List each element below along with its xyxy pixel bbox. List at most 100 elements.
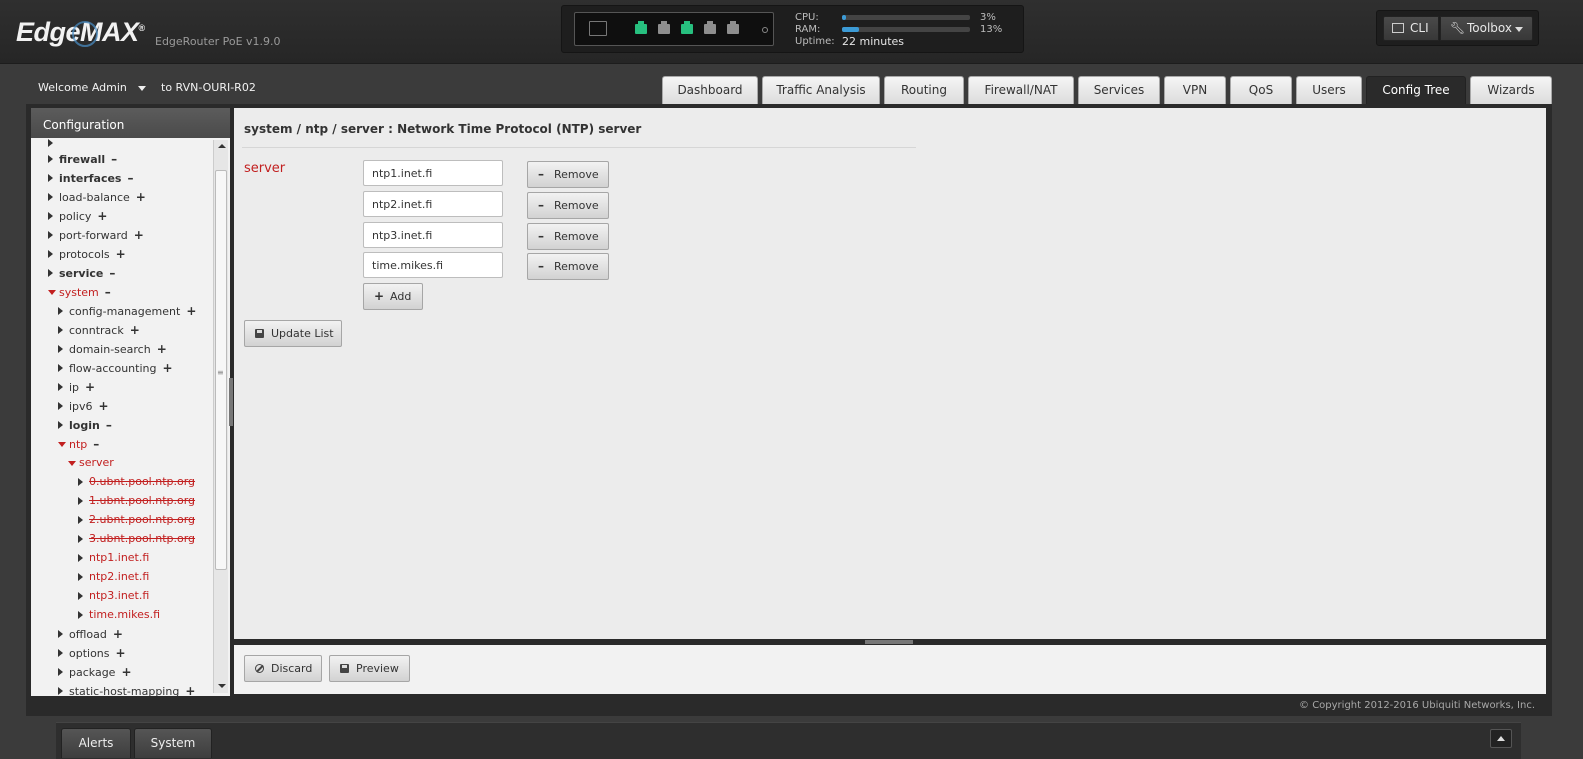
plus-icon[interactable]: + xyxy=(162,361,172,375)
toolbox-label: Toolbox xyxy=(1467,21,1512,35)
plus-icon[interactable]: + xyxy=(85,380,95,394)
server-input[interactable] xyxy=(363,252,503,278)
tab-services[interactable]: Services xyxy=(1078,76,1160,104)
remove-button[interactable]: – Remove xyxy=(527,253,609,280)
update-list-label: Update List xyxy=(271,327,334,340)
vertical-splitter-handle[interactable] xyxy=(229,378,233,426)
chevron-up-icon[interactable] xyxy=(1490,729,1512,748)
tab-dashboard[interactable]: Dashboard xyxy=(662,76,758,104)
plus-icon[interactable]: + xyxy=(97,209,107,223)
plus-icon[interactable]: + xyxy=(136,190,146,204)
registered-mark: ® xyxy=(138,23,146,33)
preview-button[interactable]: Preview xyxy=(329,655,410,682)
toolbox-button[interactable]: 🔧︎ Toolbox xyxy=(1440,16,1533,41)
tab-label: Users xyxy=(1312,83,1346,97)
plus-icon[interactable]: + xyxy=(186,304,196,318)
edgemax-logo: EdgeMAX® xyxy=(16,17,145,48)
tab-label: Firewall/NAT xyxy=(984,83,1058,97)
device-model: EdgeRouter PoE v1.9.0 xyxy=(155,35,281,48)
chevron-down-icon xyxy=(1515,27,1523,32)
tree-item-label: protocols xyxy=(59,248,110,261)
expand-arrow-icon xyxy=(58,383,63,391)
user-menu[interactable]: Welcome Admin xyxy=(38,81,147,94)
tab-label: VPN xyxy=(1182,83,1208,97)
tab-qos[interactable]: QoS xyxy=(1230,76,1292,104)
expand-arrow-icon xyxy=(58,345,63,353)
remove-label: Remove xyxy=(554,199,599,212)
add-button[interactable]: + Add xyxy=(363,283,423,310)
remove-label: Remove xyxy=(554,168,599,181)
divider xyxy=(242,147,916,148)
collapse-arrow-icon xyxy=(48,290,56,295)
expand-arrow-icon xyxy=(48,139,53,147)
sidebar-scrollbar[interactable]: ≡ xyxy=(213,140,228,693)
tree-item-label: config-management xyxy=(69,305,181,318)
expand-arrow-icon xyxy=(58,630,63,638)
minus-icon[interactable]: – xyxy=(106,418,112,432)
port-status-panel xyxy=(574,12,774,46)
tab-config-tree[interactable]: Config Tree xyxy=(1366,76,1466,104)
tree-item-label: 0.ubnt.pool.ntp.org xyxy=(89,475,196,488)
tree-item-label: login xyxy=(69,419,100,432)
terminal-icon xyxy=(1392,23,1404,33)
tree-item-label: ipv6 xyxy=(69,400,93,413)
plus-icon[interactable]: + xyxy=(157,342,167,356)
update-list-button[interactable]: Update List xyxy=(244,320,342,347)
console-port-icon xyxy=(589,21,607,36)
minus-icon[interactable]: – xyxy=(93,437,99,451)
plus-icon[interactable]: + xyxy=(116,646,126,660)
tree-item-label: 3.ubnt.pool.ntp.org xyxy=(89,532,196,545)
save-icon xyxy=(255,329,264,338)
server-field-label: server xyxy=(244,161,286,176)
remove-button[interactable]: – Remove xyxy=(527,223,609,250)
minus-icon[interactable]: – xyxy=(127,171,133,185)
main-nav: Welcome Admin to RVN-OURI-R02 Dashboard … xyxy=(0,64,1583,104)
tab-label: System xyxy=(150,736,196,750)
port-icon xyxy=(658,21,670,34)
tab-firewall-nat[interactable]: Firewall/NAT xyxy=(968,76,1074,104)
expand-arrow-icon xyxy=(48,174,53,182)
scroll-down-icon[interactable] xyxy=(218,684,226,688)
expand-arrow-icon xyxy=(58,687,63,695)
plus-icon[interactable]: + xyxy=(99,399,109,413)
plus-icon[interactable]: + xyxy=(130,323,140,337)
minus-icon: – xyxy=(538,229,544,243)
plus-icon[interactable]: + xyxy=(113,627,123,641)
tab-label: QoS xyxy=(1248,83,1274,97)
status-panel: CPU: 3% RAM: 13% Uptime: 22 minutes xyxy=(561,5,1024,53)
tab-routing[interactable]: Routing xyxy=(884,76,964,104)
expand-arrow-icon xyxy=(58,326,63,334)
server-input[interactable] xyxy=(363,160,503,186)
server-input[interactable] xyxy=(363,191,503,217)
cli-button[interactable]: CLI xyxy=(1383,16,1439,41)
server-input[interactable] xyxy=(363,222,503,248)
plus-icon[interactable]: + xyxy=(116,247,126,261)
tree-item-label: conntrack xyxy=(69,324,124,337)
tab-wizards[interactable]: Wizards xyxy=(1470,76,1552,104)
discard-button[interactable]: Discard xyxy=(244,655,322,682)
horizontal-splitter-handle[interactable] xyxy=(865,640,913,644)
expand-arrow-icon xyxy=(58,649,63,657)
minus-icon[interactable]: – xyxy=(109,266,115,280)
tab-label: Wizards xyxy=(1487,83,1535,97)
tab-alerts[interactable]: Alerts xyxy=(61,728,131,758)
add-label: Add xyxy=(390,290,412,303)
minus-icon: – xyxy=(538,259,544,273)
tab-vpn[interactable]: VPN xyxy=(1164,76,1226,104)
plus-icon[interactable]: + xyxy=(185,684,195,696)
minus-icon[interactable]: – xyxy=(105,285,111,299)
tab-system[interactable]: System xyxy=(134,728,212,758)
expand-arrow-icon xyxy=(48,250,53,258)
plus-icon[interactable]: + xyxy=(121,665,131,679)
tab-users[interactable]: Users xyxy=(1296,76,1362,104)
welcome-text: Welcome Admin xyxy=(38,81,127,94)
minus-icon: – xyxy=(538,167,544,181)
uptime-stat: Uptime: 22 minutes xyxy=(795,36,1015,48)
tab-traffic-analysis[interactable]: Traffic Analysis xyxy=(762,76,880,104)
minus-icon[interactable]: – xyxy=(111,152,117,166)
grip-icon: ≡ xyxy=(217,368,224,377)
scroll-up-icon[interactable] xyxy=(218,144,226,148)
remove-button[interactable]: – Remove xyxy=(527,192,609,219)
plus-icon[interactable]: + xyxy=(134,228,144,242)
remove-button[interactable]: – Remove xyxy=(527,161,609,188)
